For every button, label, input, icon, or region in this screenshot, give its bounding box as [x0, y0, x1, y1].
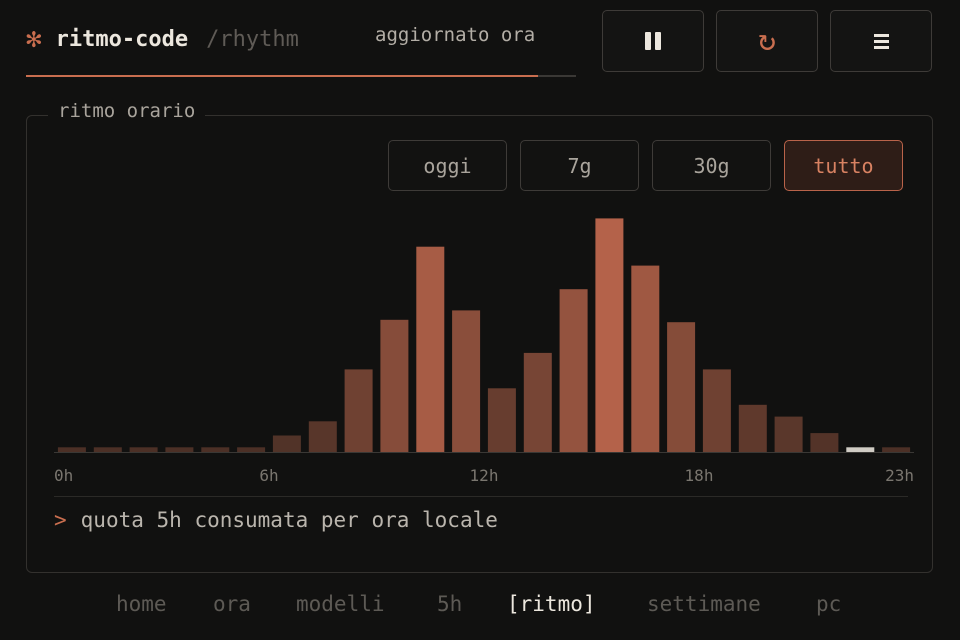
chart-caption: > quota 5h consumata per ora locale [54, 508, 498, 532]
chart-caption-text: quota 5h consumata per ora locale [80, 508, 498, 532]
nav-item-5h[interactable]: 5h [437, 592, 462, 616]
bar-2h [129, 447, 158, 452]
bar-1h [93, 447, 122, 452]
bar-20h [774, 416, 803, 452]
bar-12h [487, 388, 516, 452]
bar-23h [882, 447, 911, 452]
bar-17h [667, 322, 696, 452]
bar-13h [523, 352, 552, 452]
nav-item-ora[interactable]: ora [213, 592, 251, 616]
prompt-glyph: > [54, 508, 67, 532]
x-tick-label: 12h [470, 466, 499, 485]
x-tick-label: 18h [685, 466, 714, 485]
bar-16h [631, 265, 660, 452]
bar-0h [57, 447, 86, 452]
bar-5h [237, 447, 266, 452]
bar-9h [380, 319, 409, 452]
x-tick-label: 23h [885, 466, 914, 485]
bar-4h [201, 447, 230, 452]
bar-11h [452, 310, 481, 452]
x-tick-label: 0h [54, 466, 73, 485]
bar-15h [595, 218, 624, 452]
x-tick-label: 6h [259, 466, 278, 485]
nav-item-ritmo[interactable]: [ritmo] [507, 592, 596, 616]
bar-18h [702, 369, 731, 452]
nav-item-home[interactable]: home [116, 592, 167, 616]
nav-item-settimane[interactable]: settimane [647, 592, 761, 616]
bar-6h [272, 435, 301, 452]
bar-21h [810, 433, 839, 452]
bar-3h [165, 447, 194, 452]
bar-14h [559, 289, 588, 452]
nav-item-pc[interactable]: pc [816, 592, 841, 616]
bar-22h [846, 447, 875, 452]
bar-19h [738, 404, 767, 452]
bar-7h [308, 421, 337, 452]
bar-10h [416, 246, 445, 452]
nav-item-modelli[interactable]: modelli [296, 592, 385, 616]
panel-divider [54, 496, 908, 497]
hourly-rhythm-chart: 0h 6h 12h 18h 23h [54, 218, 914, 485]
bar-8h [344, 369, 373, 452]
